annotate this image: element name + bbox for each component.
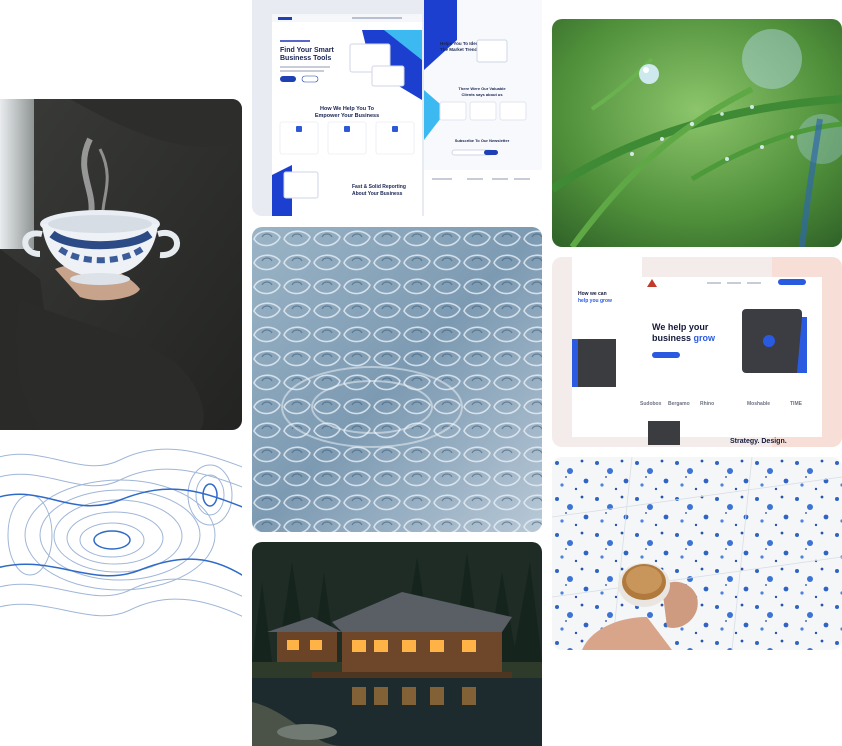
get-started-button (280, 76, 296, 82)
hero-title-line2: Business Tools (280, 55, 331, 62)
lake-cabin-photo (252, 542, 542, 746)
hero-title-line1: Find Your Smart (280, 47, 334, 54)
headline-line1: We help your (652, 322, 709, 332)
tagline: Strategy. Design. (730, 438, 787, 445)
side-headline-line1: How we can (578, 291, 607, 297)
topographic-pattern (0, 440, 242, 630)
side-headline-line2: help you grow (578, 298, 612, 304)
headline-line2: business grow (652, 333, 716, 343)
logo-0: Sudobox (640, 401, 662, 407)
business-website-mockup: Find Your Smart Business Tools How We He… (252, 0, 542, 216)
learn-more-button (301, 75, 319, 83)
coffee-splatter-photo (552, 457, 842, 650)
section-title-line2: Empower Your Business (315, 113, 379, 119)
tea-cup-photo (0, 99, 242, 430)
clients-line2: Clients says about us (461, 92, 503, 97)
newsletter-title: Subscribe To Our Newsletter (455, 138, 510, 143)
logo-4: TIME (790, 401, 803, 407)
section-title-line1: How We Help You To (320, 106, 375, 112)
side-title-line2: The Market Trends (440, 47, 480, 52)
logo-3: Moshable (747, 401, 770, 407)
dew-grass-photo (552, 19, 842, 247)
logo-1: Bergamo (668, 401, 690, 407)
water-ripples-photo (252, 227, 542, 532)
clients-line1: There Were Our Valuable (458, 86, 506, 91)
reporting-line2: About Your Business (352, 191, 403, 197)
logo-2: Rhino (700, 401, 714, 407)
reporting-line1: Fast & Solid Reporting (352, 184, 406, 190)
strategy-website-mockup: How we can help you grow We help your bu… (552, 257, 842, 447)
